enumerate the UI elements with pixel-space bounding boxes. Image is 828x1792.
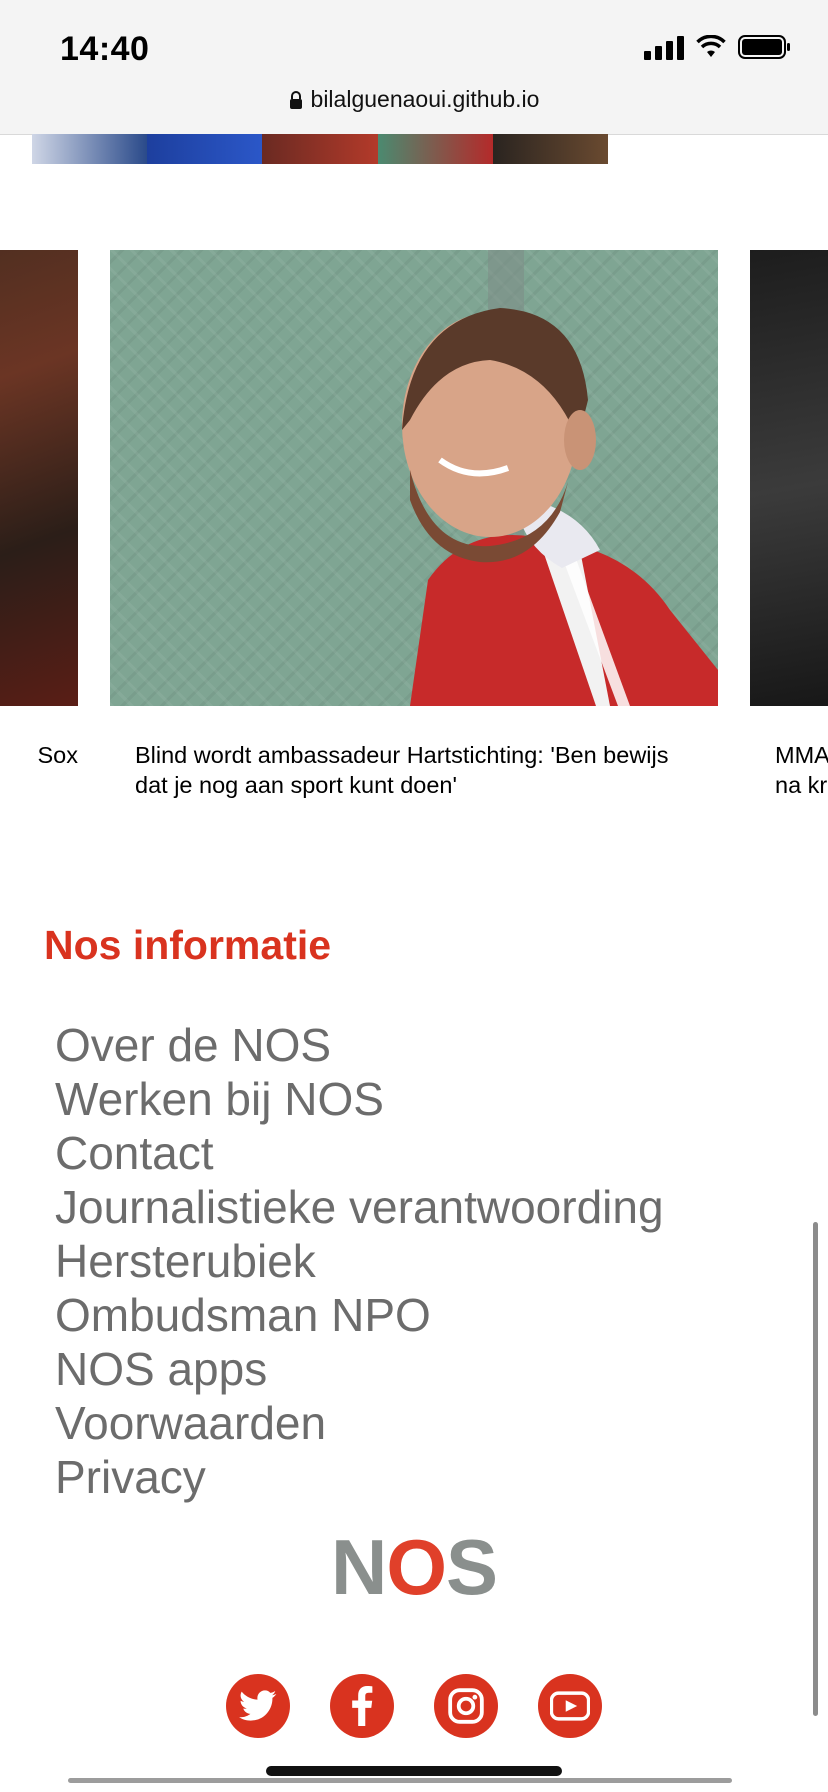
url-text: bilalguenaoui.github.io xyxy=(310,86,540,112)
youtube-icon xyxy=(550,1691,590,1721)
thumbnail-strip[interactable] xyxy=(32,134,608,164)
status-icons xyxy=(644,34,792,60)
thumbnail[interactable] xyxy=(262,134,378,164)
article-image[interactable] xyxy=(0,250,78,706)
logo-letter-s: S xyxy=(445,1523,498,1611)
carousel-card[interactable]: Blind wordt ambassadeur Hartstichting: '… xyxy=(110,250,718,800)
article-image[interactable] xyxy=(750,250,828,706)
instagram-icon xyxy=(448,1688,484,1724)
vertical-scrollbar[interactable] xyxy=(813,1222,818,1716)
youtube-button[interactable] xyxy=(538,1674,602,1738)
footer-link-nos-apps[interactable]: NOS apps xyxy=(55,1342,664,1396)
twitter-icon xyxy=(239,1690,277,1721)
headline-line: na kr xyxy=(775,772,828,798)
footer-links: Over de NOS Werken bij NOS Contact Journ… xyxy=(55,1018,664,1504)
article-image[interactable] xyxy=(110,250,718,706)
battery-icon xyxy=(738,35,790,59)
thumbnail[interactable] xyxy=(377,134,493,164)
footer-link-hersterubiek[interactable]: Hersterubiek xyxy=(55,1234,664,1288)
address-bar[interactable]: bilalguenaoui.github.io xyxy=(0,86,828,113)
article-headline[interactable]: Blind wordt ambassadeur Hartstichting: '… xyxy=(110,740,718,800)
nos-logo[interactable]: NOS xyxy=(0,1528,828,1606)
thumbnail[interactable] xyxy=(492,134,608,164)
home-indicator[interactable] xyxy=(266,1766,562,1776)
horizontal-scrollbar[interactable] xyxy=(68,1778,732,1783)
thumbnail[interactable] xyxy=(147,134,263,164)
cellular-signal-icon xyxy=(644,34,684,60)
news-carousel[interactable]: Sox Blind wordt ambassadeur Hartstichtin… xyxy=(0,250,828,810)
section-title: Nos informatie xyxy=(44,922,332,968)
facebook-button[interactable] xyxy=(330,1674,394,1738)
article-headline[interactable]: MMA na kr xyxy=(750,740,828,800)
instagram-button[interactable] xyxy=(434,1674,498,1738)
article-headline[interactable]: Sox xyxy=(0,740,79,770)
footer-link-voorwaarden[interactable]: Voorwaarden xyxy=(55,1396,664,1450)
footer-link-ombudsman-npo[interactable]: Ombudsman NPO xyxy=(55,1288,664,1342)
social-links xyxy=(0,1674,828,1738)
logo-letter-n: N xyxy=(330,1523,387,1611)
footer-link-contact[interactable]: Contact xyxy=(55,1126,664,1180)
footer-link-over-de-nos[interactable]: Over de NOS xyxy=(55,1018,664,1072)
lock-icon xyxy=(289,91,302,109)
facebook-icon xyxy=(352,1686,373,1726)
carousel-card[interactable]: MMA na kr xyxy=(750,250,828,800)
footer-link-privacy[interactable]: Privacy xyxy=(55,1450,664,1504)
logo-letter-o: O xyxy=(386,1523,447,1611)
player-photo xyxy=(402,250,718,706)
thumbnail[interactable] xyxy=(32,134,148,164)
footer-link-werken-bij-nos[interactable]: Werken bij NOS xyxy=(55,1072,664,1126)
wifi-icon xyxy=(696,35,726,57)
carousel-card[interactable]: Sox xyxy=(0,250,78,770)
browser-top-bar: 14:40 bilalguenaoui.github.io xyxy=(0,0,828,135)
status-time: 14:40 xyxy=(60,30,150,68)
headline-line: MMA xyxy=(775,742,828,768)
footer-link-journalistieke-verantwoording[interactable]: Journalistieke verantwoording xyxy=(55,1180,664,1234)
twitter-button[interactable] xyxy=(226,1674,290,1738)
